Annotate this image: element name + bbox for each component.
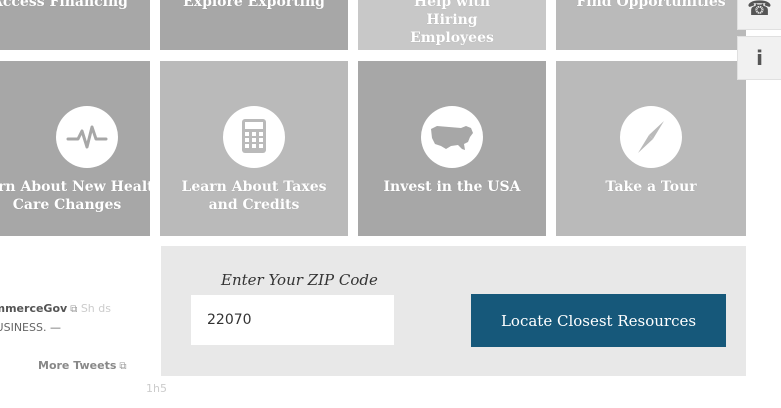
tile-label: Explore Exporting: [183, 0, 325, 10]
tile-label: Find Opportunities: [576, 0, 726, 10]
tweet-handle-row: @CommerceGov⧉ Sh ds: [0, 302, 111, 315]
tile-taxes-credits[interactable]: Learn About Taxes and Credits: [160, 61, 348, 236]
tile-label: Take a Tour: [605, 179, 697, 195]
tile-help-hiring[interactable]: Help with Hiring Employees: [358, 0, 546, 50]
tile-take-tour[interactable]: Take a Tour: [556, 61, 746, 236]
tile-access-financing[interactable]: Access Financing: [0, 0, 150, 50]
tweet-text: BUSINESS. —: [0, 321, 61, 334]
phone-icon: ☎: [747, 0, 772, 20]
bottom-fragment: 1h5: [146, 382, 167, 395]
info-tab[interactable]: i: [737, 36, 781, 80]
info-icon: i: [756, 46, 763, 70]
tile-explore-exporting[interactable]: Explore Exporting: [160, 0, 348, 50]
external-link-icon: ⧉: [119, 361, 127, 372]
phone-tab[interactable]: ☎: [737, 0, 781, 30]
tile-label: Invest in the USA: [383, 179, 521, 195]
usa-map-icon: [421, 106, 483, 168]
tile-health-care[interactable]: Learn About New Health Care Changes: [0, 61, 150, 236]
more-tweets-label: More Tweets: [38, 359, 117, 372]
locate-resources-button[interactable]: Locate Closest Resources: [471, 294, 726, 347]
tweet-handle[interactable]: @CommerceGov: [0, 302, 67, 315]
heartbeat-icon: [56, 106, 118, 168]
tile-label: Access Financing: [0, 0, 128, 10]
tile-invest-usa[interactable]: Invest in the USA: [358, 61, 546, 236]
tile-label: Learn About New Health Care Changes: [0, 179, 150, 213]
tile-find-opportunities[interactable]: Find Opportunities: [556, 0, 746, 50]
more-tweets-link[interactable]: More Tweets ⧉: [38, 359, 127, 372]
tweet-faint-text: Sh ds: [80, 302, 111, 315]
calculator-icon: [223, 106, 285, 168]
tile-label: Learn About Taxes and Credits: [181, 179, 327, 213]
zip-label: Enter Your ZIP Code: [221, 271, 378, 289]
tile-label: Help with Hiring Employees: [410, 0, 494, 46]
external-link-icon: ⧉: [70, 304, 78, 315]
compass-icon: [620, 106, 682, 168]
zip-input[interactable]: [191, 295, 394, 345]
